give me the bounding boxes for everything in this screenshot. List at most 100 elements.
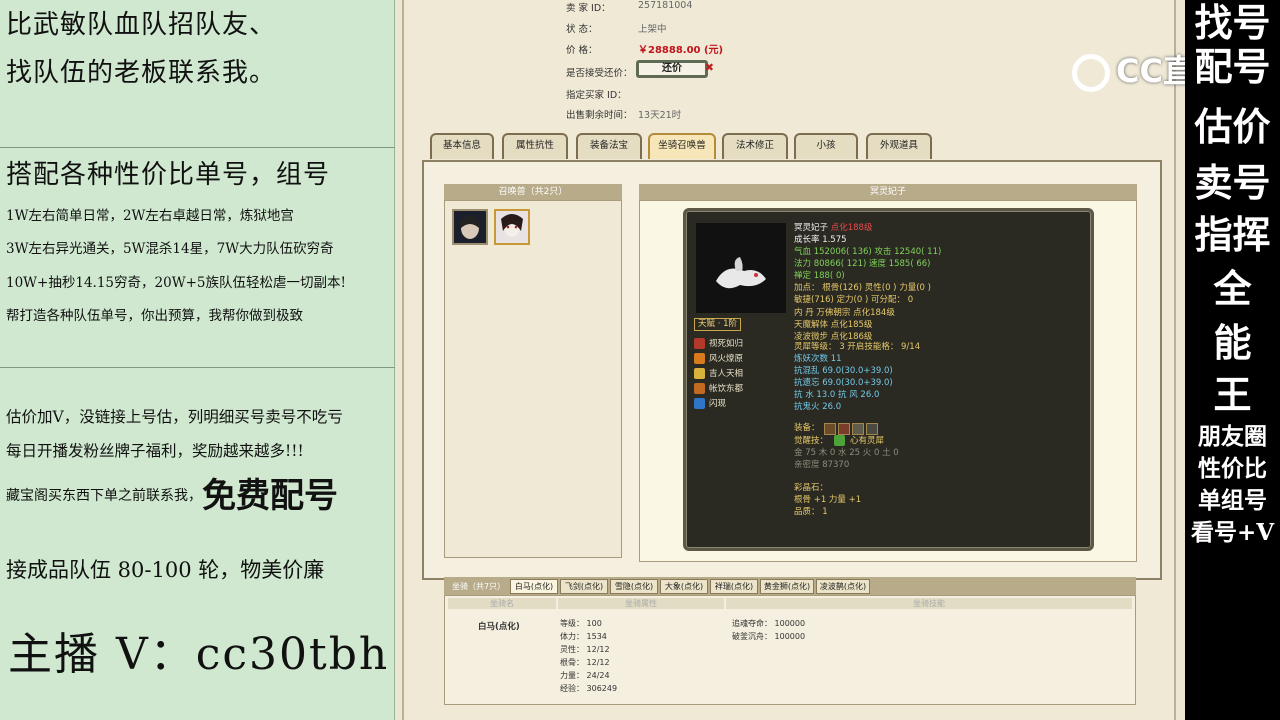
promo-word: 估价 bbox=[1194, 104, 1271, 149]
cc-logo-icon bbox=[1072, 54, 1110, 92]
mount-tab[interactable]: 飞剑(点化) bbox=[560, 579, 608, 594]
promo-line: 比武敏队血队招队友、 bbox=[6, 10, 277, 40]
pet-stat-card: 冥灵妃子 点化188级 成长率 1.575 气血 152006( 136) 攻击… bbox=[683, 208, 1094, 551]
mount-stat: 经验： 306249 bbox=[560, 684, 618, 693]
right-promo-panel: 找号 配号 估价 卖号 指挥 全 能 王 朋友圈 性价比 单组号 看号+V bbox=[1185, 0, 1280, 720]
equip-slot-icon[interactable] bbox=[838, 423, 850, 435]
tab-appearance[interactable]: 外观道具 bbox=[866, 133, 932, 159]
mount-tab[interactable]: 雪隐(点化) bbox=[610, 579, 658, 594]
pet-list-header: 召唤兽（共2只） bbox=[444, 184, 622, 200]
gem-label: 彩晶石： bbox=[794, 483, 829, 493]
pet-avatar[interactable] bbox=[452, 209, 488, 245]
bargain-label: 是否接受还价： bbox=[566, 68, 633, 79]
promo-line: 朋友圈 bbox=[1198, 423, 1267, 450]
spirit-level: 灵犀等级： 3 开启技能格： 9/14 bbox=[794, 342, 921, 352]
pet-points: 加点： 根骨(126) 灵性(0 ) 力量(0 ) bbox=[794, 283, 931, 293]
promo-line: 每日开播发粉丝牌子福利，奖励越来越多!!! bbox=[6, 442, 304, 460]
gem-quality: 品质： 1 bbox=[794, 507, 828, 517]
mount-column-header: 坐骑技能 bbox=[726, 598, 1132, 609]
bargain-button[interactable]: 还价 ✖ bbox=[636, 60, 714, 78]
tab-spell-fix[interactable]: 法术修正 bbox=[722, 133, 788, 159]
promo-line: 找队伍的老板联系我。 bbox=[6, 58, 277, 88]
skill-item[interactable]: 风火燎原 bbox=[694, 352, 743, 364]
promo-line: 帮打造各种队伍单号，你出预算，我帮你做到极致 bbox=[6, 308, 303, 324]
skill-item[interactable]: 帐饮东都 bbox=[694, 382, 743, 394]
equip-slot-icon[interactable] bbox=[824, 423, 836, 435]
pet-points: 敏捷(716) 定力(0 ) 可分配： 0 bbox=[794, 295, 914, 305]
promo-text: 藏宝阁买东西下单之前联系我， bbox=[6, 488, 202, 504]
skill-item[interactable]: 视死如归 bbox=[694, 337, 743, 349]
tab-basic-info[interactable]: 基本信息 bbox=[430, 133, 494, 159]
mount-name: 白马(点化) bbox=[478, 622, 520, 632]
skill-item[interactable]: 吉人天相 bbox=[694, 367, 743, 379]
skill-item[interactable]: 闪现 bbox=[694, 397, 726, 409]
tab-mounts-pets[interactable]: 坐骑召唤兽 bbox=[648, 133, 716, 159]
awaken-skill-name: 心有灵犀 bbox=[850, 436, 885, 446]
promo-word: 全 bbox=[1213, 266, 1252, 311]
pet-name: 冥灵妃子 点化188级 bbox=[794, 223, 872, 234]
price-value: ￥28888.00 (元) bbox=[638, 45, 724, 56]
promo-word: 指挥 bbox=[1194, 212, 1271, 257]
mount-tab[interactable]: 白马(点化) bbox=[510, 579, 558, 594]
promo-line: 估价加V，没链接上号估，列明细买号卖号不吃亏 bbox=[6, 408, 343, 426]
resist-chaos: 抗混乱 69.0(30.0+39.0) bbox=[794, 366, 893, 376]
remain-time-value: 13天21时 bbox=[638, 110, 682, 121]
pet-avatar-selected[interactable] bbox=[494, 209, 530, 245]
pet-name-extra: 点化188级 bbox=[830, 223, 873, 233]
close-icon: ✖ bbox=[704, 61, 714, 74]
mount-skill: 破釜沉舟： 100000 bbox=[732, 632, 806, 641]
gem-stats: 根骨 +1 力量 +1 bbox=[794, 495, 862, 505]
pet-portrait bbox=[696, 223, 786, 313]
price-label: 价 格： bbox=[566, 45, 598, 56]
skill-icon bbox=[694, 353, 705, 364]
equip-slot-icon[interactable] bbox=[852, 423, 864, 435]
pet-detail-header: 冥灵妃子 bbox=[639, 184, 1137, 200]
host-contact: 主播 V：cc30tbh bbox=[8, 629, 390, 680]
divider bbox=[0, 147, 395, 148]
mount-skill: 追魂夺命： 100000 bbox=[732, 619, 806, 628]
skill-name: 帐饮东都 bbox=[709, 384, 744, 394]
mount-tab[interactable]: 黄金狮(点化) bbox=[760, 579, 814, 594]
seller-id-label: 卖 家 ID： bbox=[566, 3, 611, 14]
promo-word: 找号 bbox=[1194, 0, 1271, 45]
skill-name: 风火燎原 bbox=[709, 354, 744, 364]
promo-line: 看号+V bbox=[1190, 519, 1275, 546]
tab-child[interactable]: 小孩 bbox=[794, 133, 858, 159]
promo-line: 接成品队伍 80-100 轮，物美价廉 bbox=[6, 558, 325, 582]
status-value: 上架中 bbox=[638, 24, 667, 35]
mount-column-header: 坐骑属性 bbox=[558, 598, 724, 609]
promo-line: 性价比 bbox=[1198, 455, 1267, 482]
mount-stat: 力量： 24/24 bbox=[560, 671, 610, 680]
demon-count: 炼妖次数 11 bbox=[794, 354, 842, 364]
promo-word: 王 bbox=[1213, 372, 1252, 417]
divider bbox=[0, 367, 395, 368]
elements: 金 75 木 0 水 25 火 0 土 0 bbox=[794, 448, 899, 458]
tab-equipment[interactable]: 装备法宝 bbox=[576, 133, 642, 159]
mount-stat: 等级： 100 bbox=[560, 619, 602, 628]
awaken-skill-icon[interactable] bbox=[834, 435, 845, 446]
skill-icon bbox=[694, 338, 705, 349]
promo-line: 3W左右异光通关，5W混杀14星，7W大力队伍砍穷奇 bbox=[6, 241, 334, 257]
mount-tab[interactable]: 祥瑞(点化) bbox=[710, 579, 758, 594]
mount-tab[interactable]: 大象(点化) bbox=[660, 579, 708, 594]
promo-line: 藏宝阁买东西下单之前联系我，免费配号 bbox=[0, 476, 338, 516]
mount-column-header: 坐骑名 bbox=[448, 598, 556, 609]
free-config-text: 免费配号 bbox=[202, 476, 338, 516]
promo-line: 搭配各种性价比单号，组号 bbox=[6, 160, 331, 190]
bargain-button-label: 还价 bbox=[662, 63, 682, 74]
equip-slot-icon[interactable] bbox=[866, 423, 878, 435]
pet-mp-speed: 法力 80866( 121) 速度 1585( 66) bbox=[794, 259, 931, 269]
resist-forget: 抗遗忘 69.0(30.0+39.0) bbox=[794, 378, 893, 388]
mount-stat: 体力： 1534 bbox=[560, 632, 607, 641]
skill-icon bbox=[694, 383, 705, 394]
awaken-label: 觉醒技： bbox=[794, 436, 829, 446]
equip-label: 装备： bbox=[794, 423, 820, 433]
skill-icon bbox=[694, 398, 705, 409]
innate-badge: 天赋 · 1阶 bbox=[694, 318, 742, 331]
tab-attributes[interactable]: 属性抗性 bbox=[502, 133, 568, 159]
skill-name: 吉人天相 bbox=[709, 369, 744, 379]
mount-tab[interactable]: 凌波鹊(点化) bbox=[816, 579, 870, 594]
game-window: 卖 家 ID： 257181004 状 态： 上架中 价 格： ￥28888.0… bbox=[396, 0, 1186, 720]
skill-name: 闪现 bbox=[709, 399, 727, 409]
seller-id-value: 257181004 bbox=[638, 0, 693, 11]
